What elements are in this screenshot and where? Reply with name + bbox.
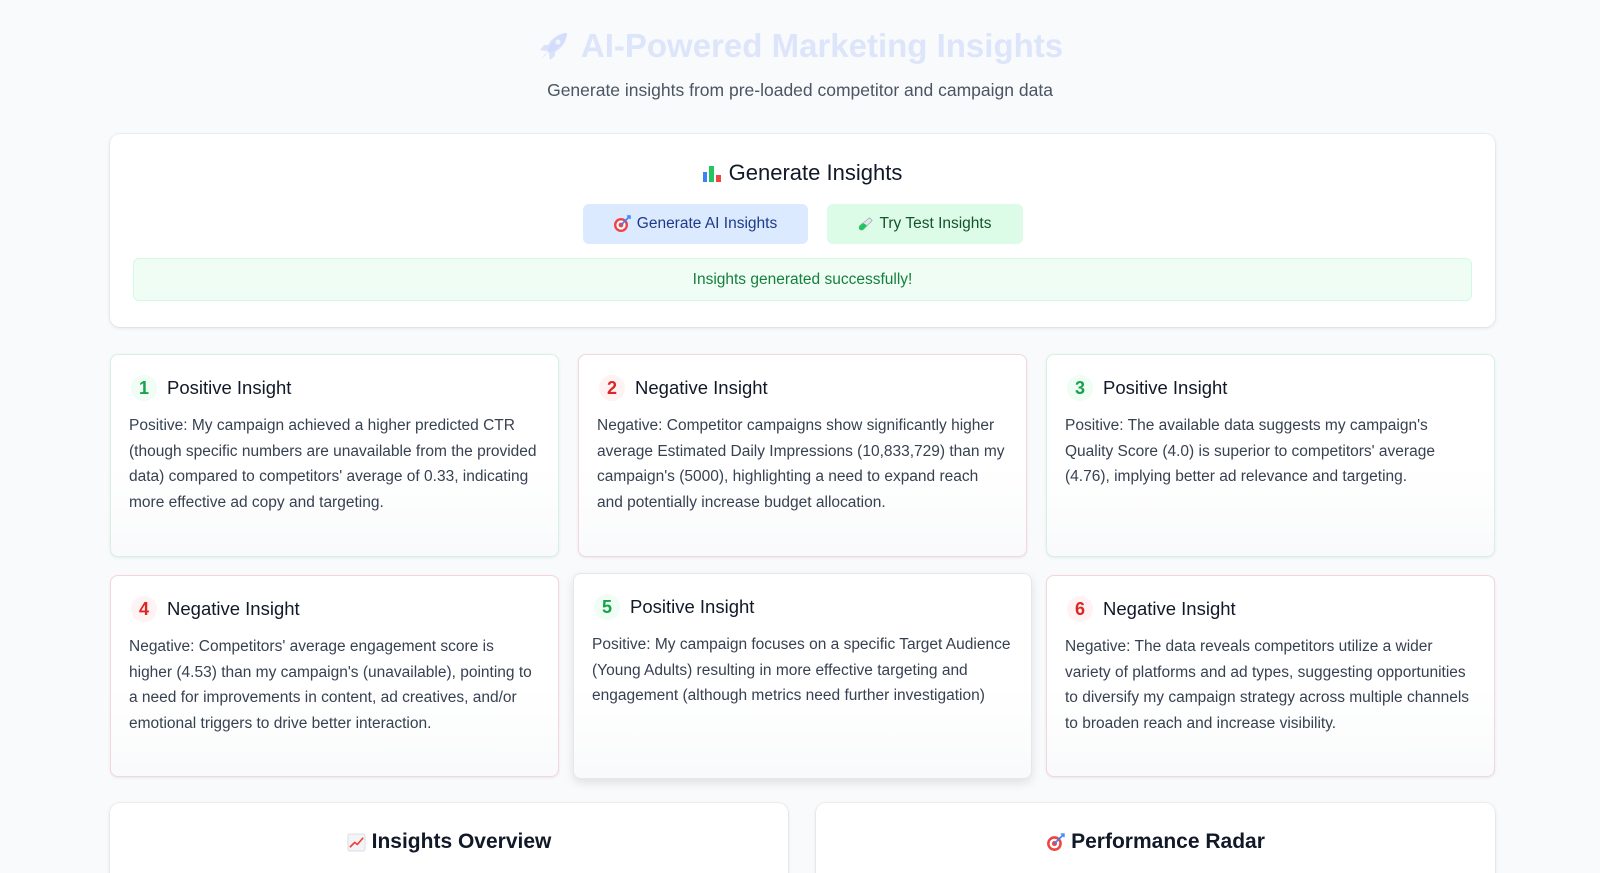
generate-insights-title: Generate Insights bbox=[728, 160, 903, 185]
insight-text: Positive: My campaign focuses on a speci… bbox=[592, 636, 1011, 704]
insight-number-badge: 5 bbox=[594, 594, 620, 620]
insight-card: 5 Positive Insight Positive: My campaign… bbox=[573, 573, 1032, 779]
insight-text: Negative: The data reveals competitors u… bbox=[1065, 638, 1470, 732]
insight-header: 4 Negative Insight bbox=[131, 596, 558, 622]
insight-number-badge: 2 bbox=[599, 375, 625, 401]
generate-insights-card: Generate Insights Generate AI Insights T… bbox=[110, 134, 1495, 327]
insight-text: Negative: Competitors' average engagemen… bbox=[129, 638, 532, 732]
insight-header: 6 Negative Insight bbox=[1067, 596, 1494, 622]
generate-ai-insights-label: Generate AI Insights bbox=[636, 215, 778, 232]
bar-chart-icon bbox=[702, 164, 721, 182]
insight-card: 4 Negative Insight Negative: Competitors… bbox=[110, 575, 559, 777]
insight-header: 3 Positive Insight bbox=[1067, 375, 1494, 401]
insight-text: Negative: Competitor campaigns show sign… bbox=[597, 417, 1005, 511]
target-icon bbox=[1047, 832, 1065, 851]
insight-number-badge: 4 bbox=[131, 596, 157, 622]
generate-button-row: Generate AI Insights Try Test Insights bbox=[110, 204, 1495, 244]
insights-overview-heading: Insights Overview bbox=[110, 830, 788, 854]
success-message: Insights generated successfully! bbox=[133, 258, 1472, 301]
insight-header: 5 Positive Insight bbox=[594, 594, 1031, 620]
insight-card: 3 Positive Insight Positive: The availab… bbox=[1046, 354, 1495, 557]
insights-overview-panel: Insights Overview bbox=[110, 803, 788, 873]
insight-title: Positive Insight bbox=[630, 596, 755, 617]
try-test-insights-label: Try Test Insights bbox=[879, 215, 992, 232]
performance-radar-heading: Performance Radar bbox=[816, 830, 1495, 854]
insight-card: 2 Negative Insight Negative: Competitor … bbox=[578, 354, 1027, 557]
insight-title: Positive Insight bbox=[167, 377, 292, 398]
insight-title: Negative Insight bbox=[635, 377, 768, 398]
insight-header: 1 Positive Insight bbox=[131, 375, 558, 401]
insight-title: Negative Insight bbox=[1103, 598, 1236, 619]
insight-number-badge: 6 bbox=[1067, 596, 1093, 622]
page-header: AI-Powered Marketing Insights Generate i… bbox=[0, 0, 1600, 101]
rocket-icon bbox=[539, 33, 567, 60]
target-icon bbox=[613, 215, 631, 232]
generate-ai-insights-button[interactable]: Generate AI Insights bbox=[582, 204, 808, 244]
page-title-row: AI-Powered Marketing Insights bbox=[0, 26, 1600, 66]
generate-insights-heading: Generate Insights bbox=[110, 160, 1495, 186]
page-subtitle: Generate insights from pre-loaded compet… bbox=[547, 80, 1053, 100]
performance-radar-title: Performance Radar bbox=[1071, 830, 1265, 853]
insight-header: 2 Negative Insight bbox=[599, 375, 1026, 401]
try-test-insights-button[interactable]: Try Test Insights bbox=[826, 204, 1023, 244]
insight-number-badge: 3 bbox=[1067, 375, 1093, 401]
page-title: AI-Powered Marketing Insights bbox=[580, 27, 1064, 64]
insight-number-badge: 1 bbox=[131, 375, 157, 401]
insights-overview-title: Insights Overview bbox=[371, 830, 552, 853]
chart-increasing-icon bbox=[347, 833, 366, 851]
insight-card: 6 Negative Insight Negative: The data re… bbox=[1046, 575, 1495, 777]
insight-text: Positive: My campaign achieved a higher … bbox=[129, 417, 537, 511]
insight-text: Positive: The available data suggests my… bbox=[1065, 417, 1435, 485]
insight-title: Positive Insight bbox=[1103, 377, 1228, 398]
insight-title: Negative Insight bbox=[167, 598, 300, 619]
insight-card: 1 Positive Insight Positive: My campaign… bbox=[110, 354, 559, 557]
test-tube-icon bbox=[858, 217, 873, 231]
performance-radar-panel: Performance Radar bbox=[816, 803, 1495, 873]
